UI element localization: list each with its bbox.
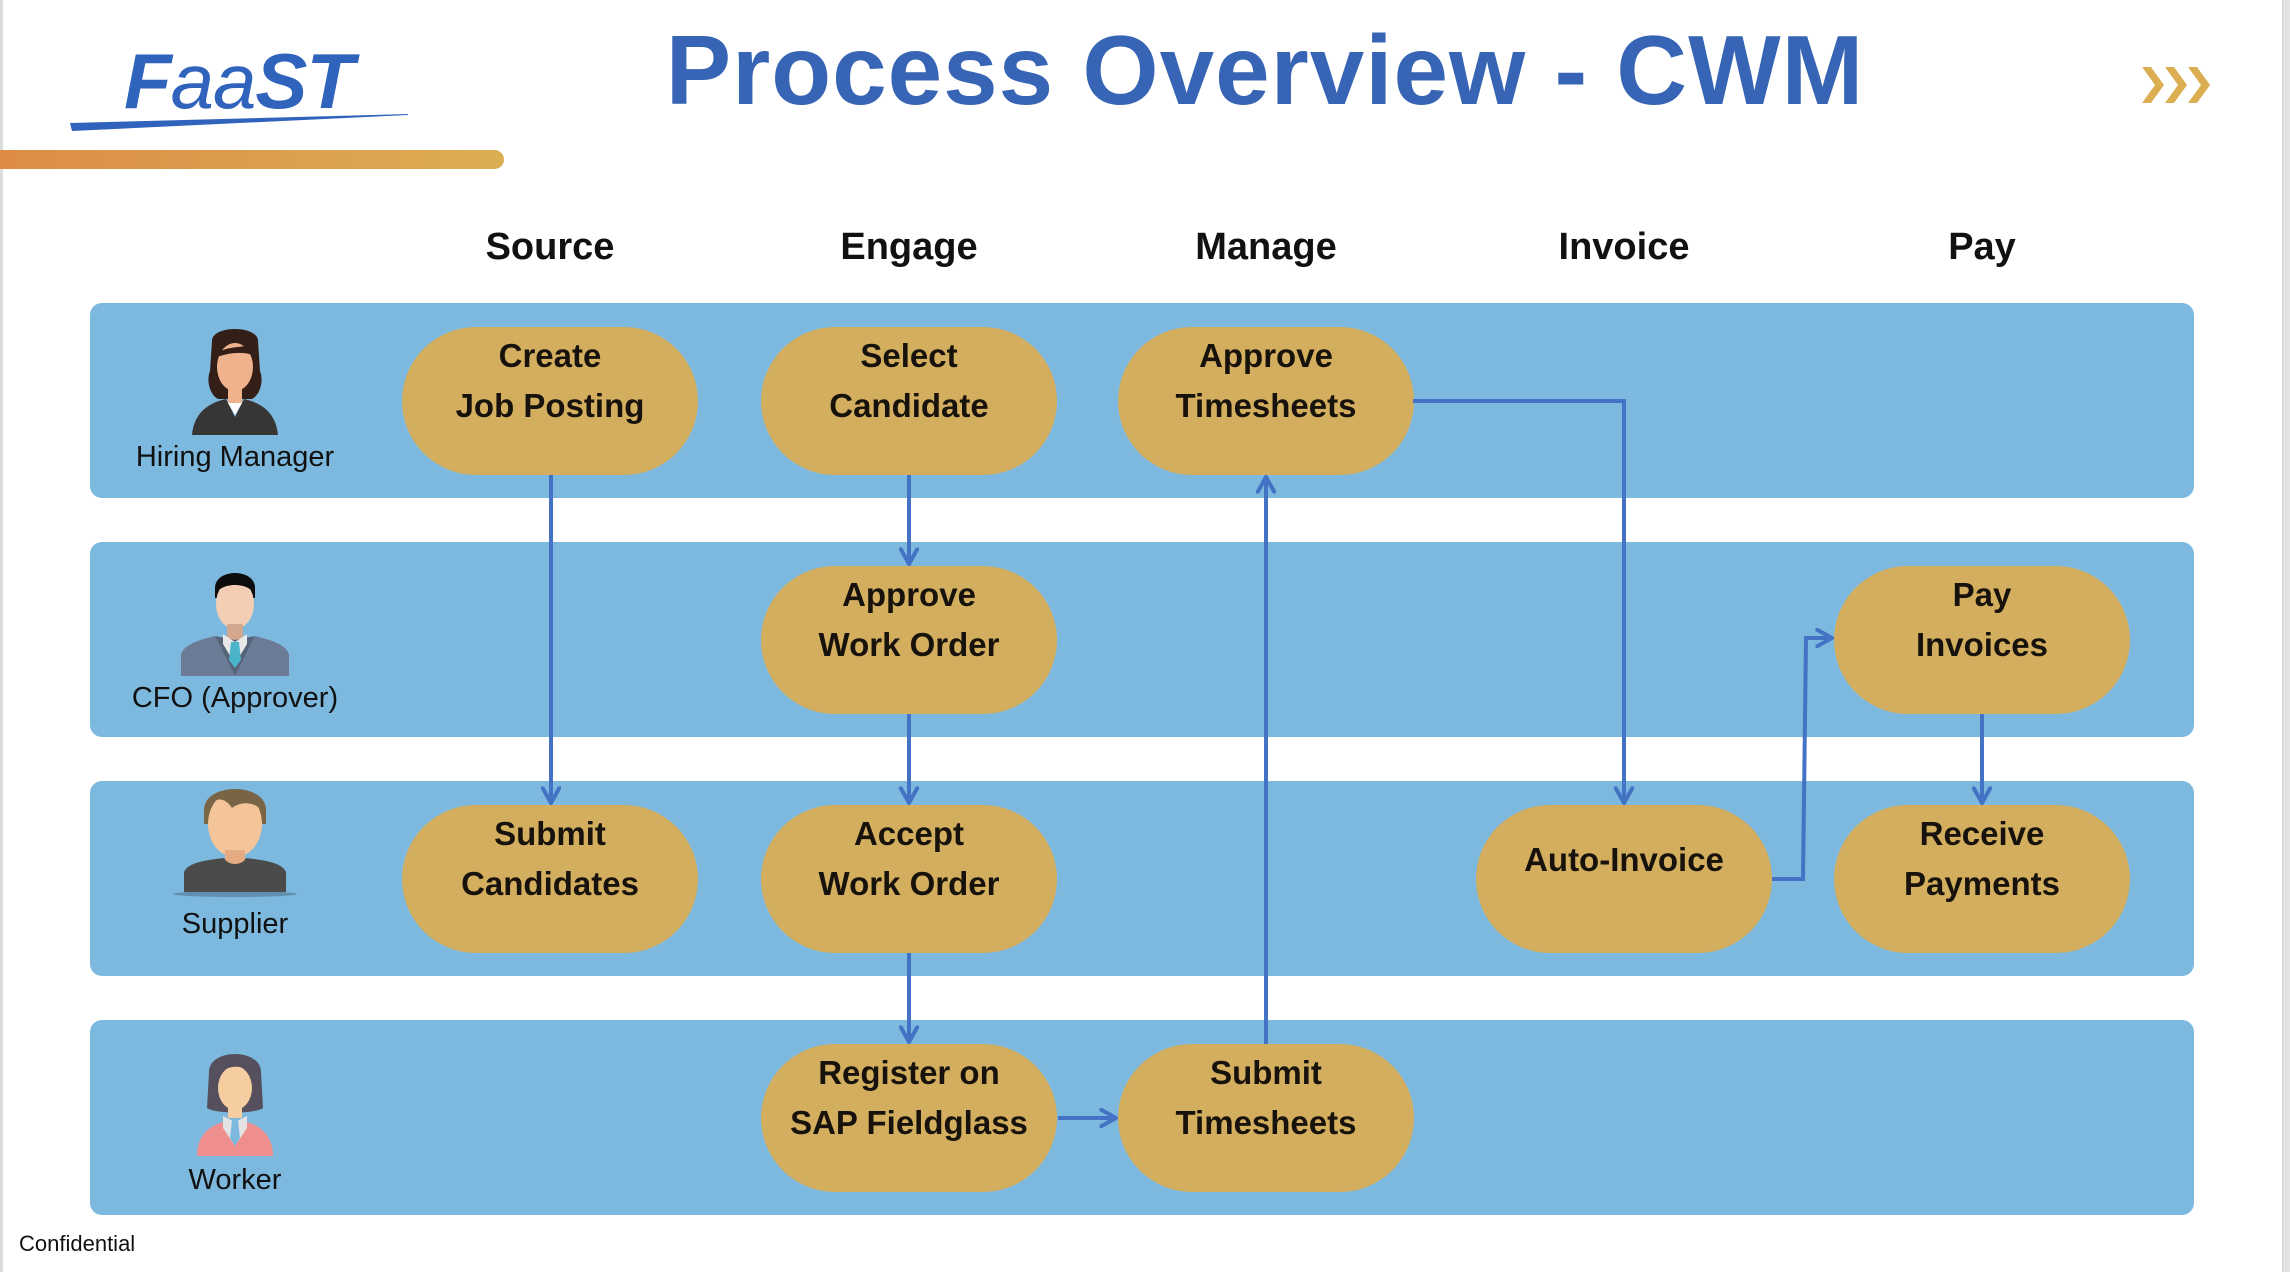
hiring-manager-avatar-icon	[192, 329, 278, 435]
node-text-line: Register on	[818, 1054, 1000, 1091]
node-auto-invoice[interactable]: Auto-Invoice	[1476, 805, 1772, 953]
supplier-avatar-icon	[173, 789, 297, 897]
node-text-line: Invoices	[1915, 626, 2049, 663]
role-label-hiring-manager: Hiring Manager	[135, 441, 335, 473]
role-label-supplier: Supplier	[181, 908, 289, 940]
node-text-line: Auto-Invoice	[1524, 841, 1724, 878]
node-approve-work-order[interactable]: Approve Work Order	[761, 566, 1057, 714]
column-header-invoice: Invoice	[1558, 226, 1690, 268]
node-text-line: Select	[860, 337, 958, 374]
node-text-line: Submit	[1210, 1054, 1322, 1091]
confidential-label: Confidential	[19, 1231, 136, 1256]
role-cfo-approver: CFO (Approver)	[110, 564, 360, 716]
role-label-worker: Worker	[188, 1164, 282, 1196]
right-edge-border	[2282, 0, 2290, 1272]
node-text-line: Job Posting	[455, 387, 645, 424]
node-text-line: Timesheets	[1175, 1104, 1357, 1141]
column-header-engage: Engage	[840, 226, 978, 268]
node-submit-candidates[interactable]: Submit Candidates	[402, 805, 698, 953]
node-text-line: Pay	[1952, 576, 2012, 613]
node-create-job-posting[interactable]: Create Job Posting	[402, 327, 698, 475]
node-text-line: Payments	[1904, 865, 2060, 902]
triple-chevron-right-icon[interactable]	[2142, 67, 2217, 107]
column-header-manage: Manage	[1195, 226, 1337, 268]
node-text-line: SAP Fieldglass	[790, 1104, 1028, 1141]
header-accent-bar	[0, 150, 504, 169]
role-hiring-manager: Hiring Manager	[110, 323, 360, 475]
role-worker: Worker	[110, 1048, 360, 1198]
node-text-line: Receive	[1919, 815, 2045, 852]
node-text-line: Accept	[853, 815, 965, 852]
faast-logo: FaaST	[68, 36, 413, 132]
column-header-source: Source	[485, 226, 615, 268]
node-text-line: Create	[498, 337, 602, 374]
node-text-line: Approve	[1199, 337, 1333, 374]
node-text-line: Candidates	[461, 865, 639, 902]
node-submit-timesheets[interactable]: Submit Timesheets	[1118, 1044, 1414, 1192]
node-approve-timesheets[interactable]: Approve Timesheets	[1118, 327, 1414, 475]
cfo-avatar-icon	[181, 573, 289, 676]
node-text-line: Timesheets	[1175, 387, 1357, 424]
node-receive-payments[interactable]: Receive Payments	[1834, 805, 2130, 953]
node-text-line: Work Order	[818, 865, 1000, 902]
left-edge-border	[0, 0, 3, 1272]
page-title: Process Overview - CWM	[665, 15, 1865, 125]
node-select-candidate[interactable]: Select Candidate	[761, 327, 1057, 475]
node-accept-work-order[interactable]: Accept Work Order	[761, 805, 1057, 953]
node-pay-invoices[interactable]: Pay Invoices	[1834, 566, 2130, 714]
node-text-line: Submit	[494, 815, 606, 852]
node-register-sap-fieldglass[interactable]: Register on SAP Fieldglass	[761, 1044, 1057, 1192]
role-label-cfo-approver: CFO (Approver)	[131, 682, 339, 714]
logo-swoosh-icon	[70, 114, 408, 131]
worker-avatar-icon	[197, 1054, 273, 1156]
node-text-line: Candidate	[829, 387, 989, 424]
role-supplier: Supplier	[110, 784, 360, 942]
column-header-pay: Pay	[1948, 226, 2016, 268]
node-text-line: Work Order	[818, 626, 1000, 663]
node-text-line: Approve	[842, 576, 976, 613]
